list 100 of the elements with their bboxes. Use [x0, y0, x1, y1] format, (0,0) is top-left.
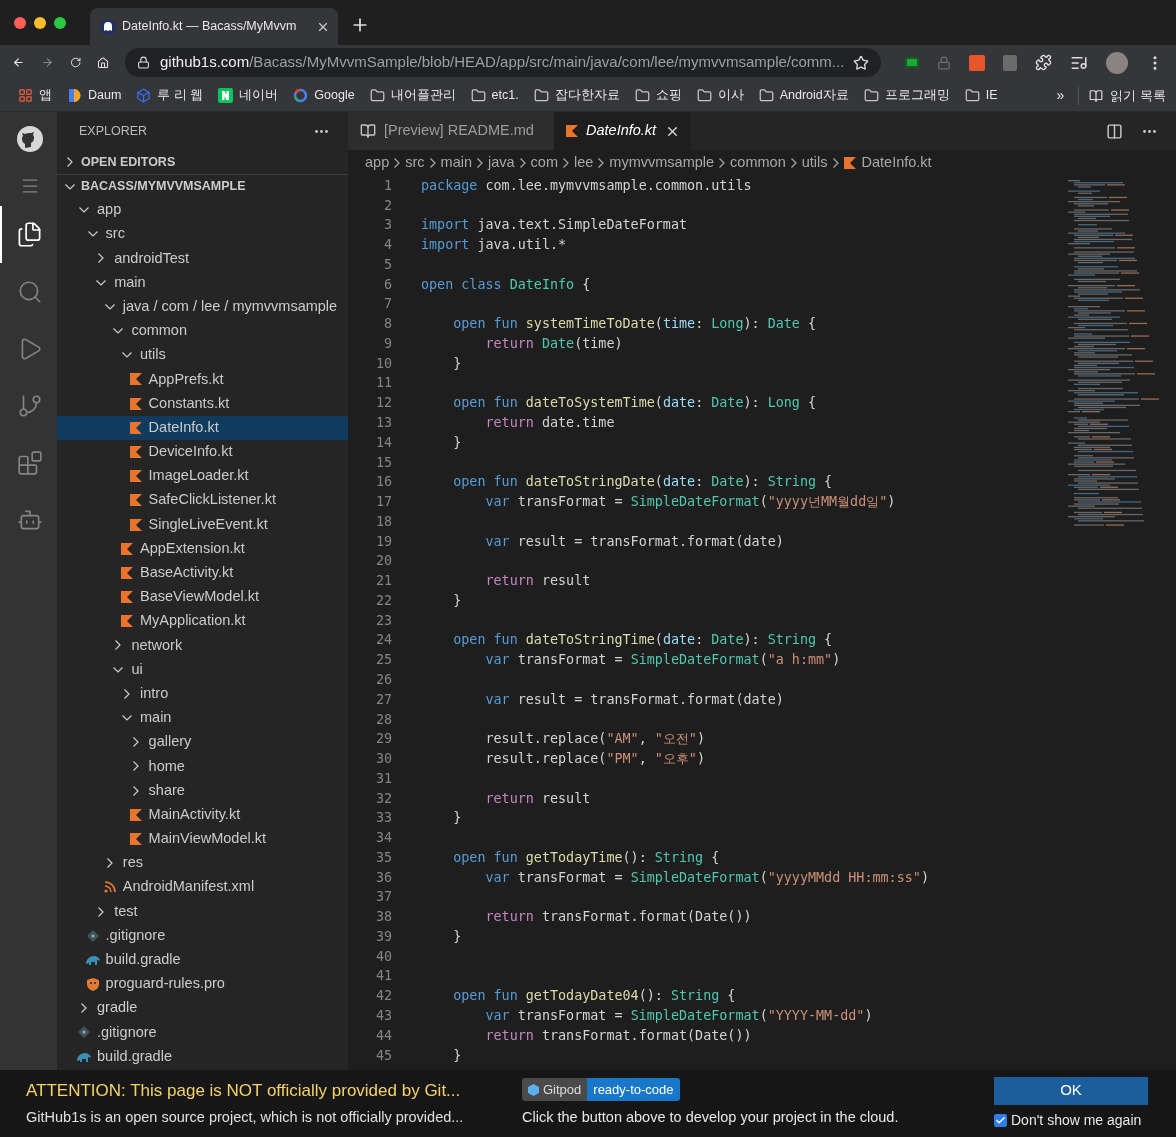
folder-row[interactable]: share	[57, 778, 348, 803]
file-row[interactable]: .gitignore	[57, 923, 348, 948]
file-row[interactable]: BaseActivity.kt	[57, 560, 348, 585]
code-line: import java.text.SimpleDateFormat	[421, 216, 688, 235]
split-editor-icon[interactable]	[1106, 122, 1123, 140]
checkbox[interactable]	[994, 1113, 1007, 1127]
file-row[interactable]: build.gradle	[57, 947, 348, 972]
bookmark[interactable]: Daum	[67, 86, 122, 105]
diamond-icon	[78, 1026, 90, 1039]
folder-row[interactable]: java / com / lee / mymvvmsample	[57, 294, 348, 319]
breadcrumb-item[interactable]: src	[405, 152, 425, 174]
bookmark[interactable]: 이사	[696, 86, 744, 105]
code-line: return date.time	[484, 414, 615, 432]
file-row[interactable]: AppExtension.kt	[57, 536, 348, 561]
code-line: var transFormat = SimpleDateFormat("yyyyMMdd HH:mm:ss")	[484, 868, 929, 887]
bookmark[interactable]: 네이버	[218, 86, 279, 105]
chevron-right-icon	[719, 158, 726, 168]
breadcrumb-item[interactable]: lee	[574, 152, 594, 174]
editor-tab[interactable]: DateInfo.kt	[554, 112, 690, 150]
bookmark[interactable]: Android자료	[758, 86, 849, 105]
ok-button[interactable]: OK	[994, 1076, 1148, 1105]
chevron-right-icon	[563, 158, 569, 168]
folder-row[interactable]: app	[57, 198, 348, 223]
folder-row[interactable]: res	[57, 851, 348, 876]
file-row[interactable]: DateInfo.kt	[57, 415, 348, 440]
file-row[interactable]: MyApplication.kt	[57, 609, 348, 634]
file-row[interactable]: MainActivity.kt	[57, 802, 348, 827]
kotlin-file-icon	[566, 125, 578, 137]
folder-row[interactable]: main	[57, 270, 348, 295]
avatar[interactable]	[1106, 51, 1128, 74]
notice-hint: Click the button above to develop your project in the cloud.	[522, 1108, 899, 1128]
bookmark-star-icon[interactable]	[853, 54, 869, 71]
file-row[interactable]: proguard-rules.pro	[57, 972, 348, 997]
kotlin-file-icon	[129, 421, 142, 434]
breadcrumb-item[interactable]: com	[530, 152, 558, 174]
folder-row[interactable]: common	[57, 318, 348, 344]
code-line: open class DateInfo {	[421, 275, 591, 294]
more-bookmarks[interactable]: »	[1056, 85, 1065, 106]
address-bar[interactable]: github1s.com/Bacass/MyMvvmSample/blob/HEAD/app/src/main/java/com/lee/mymvvmsample/comm...	[125, 48, 881, 77]
editor-tab[interactable]: [Preview] README.md	[348, 112, 554, 150]
folder-row[interactable]: androidTest	[57, 246, 348, 271]
file-row[interactable]: AppPrefs.kt	[57, 367, 348, 392]
line-number: 33	[374, 809, 392, 828]
line-number: 24	[374, 631, 392, 650]
breadcrumb-item[interactable]: java	[488, 152, 515, 174]
bookmark[interactable]: etc1.	[470, 86, 519, 105]
folder-row[interactable]: intro	[57, 681, 348, 706]
reading-list-button[interactable]: 읽기 목록	[1089, 85, 1166, 106]
line-number: 1	[382, 176, 392, 195]
bookmark[interactable]: IE	[964, 86, 998, 105]
code-line: return result	[484, 789, 591, 808]
file-row[interactable]: .gitignore	[57, 1020, 348, 1045]
d-logo-icon	[67, 88, 82, 103]
breadcrumb-item[interactable]: common	[730, 152, 786, 174]
breadcrumb-item[interactable]: app	[365, 152, 390, 174]
browser-tab[interactable]: DateInfo.kt — Bacass/MyMvvm	[90, 8, 338, 45]
chevron-right-icon	[832, 158, 839, 168]
section-header[interactable]: BACASS/MYMVVMSAMPLE	[57, 174, 348, 198]
line-number: 38	[374, 908, 392, 927]
file-row[interactable]: MainViewModel.kt	[57, 826, 348, 852]
line-number: 6	[382, 275, 392, 294]
puzzle-icon[interactable]	[1035, 54, 1052, 71]
extension-icon[interactable]	[969, 54, 985, 71]
extension-icon[interactable]	[905, 57, 919, 68]
bookmark[interactable]: 프로그래밍	[863, 86, 950, 105]
folder-row[interactable]: gallery	[57, 730, 348, 755]
breadcrumb-item[interactable]: DateInfo.kt	[843, 152, 932, 174]
line-number: 5	[382, 255, 392, 274]
file-row[interactable]: DeviceInfo.kt	[57, 439, 348, 465]
diamond-icon	[86, 929, 99, 942]
folder-row[interactable]: main	[57, 705, 348, 731]
folder-row[interactable]: network	[57, 633, 348, 658]
file-row[interactable]: build.gradle	[57, 1044, 348, 1069]
bookmark[interactable]: 루 리 웹	[136, 86, 204, 105]
folder-row[interactable]: src	[57, 222, 348, 247]
bookmark[interactable]: 앱	[18, 86, 52, 105]
folder-row[interactable]: ui	[57, 657, 348, 682]
breadcrumb-item[interactable]: mymvvmsample	[609, 152, 715, 174]
folder-row[interactable]: gradle	[57, 996, 348, 1021]
folder-row[interactable]: test	[57, 899, 348, 924]
file-row[interactable]: Constants.kt	[57, 391, 348, 416]
folder-row[interactable]: home	[57, 754, 348, 779]
breadcrumb-item[interactable]: utils	[801, 152, 828, 174]
bookmark[interactable]: 쇼핑	[634, 86, 682, 105]
folder-row[interactable]: utils	[57, 343, 348, 368]
reading-list-icon	[1089, 88, 1104, 103]
feed-icon	[103, 881, 116, 894]
file-row[interactable]: SingleLiveEvent.kt	[57, 512, 348, 537]
bookmark[interactable]: 잡다한자료	[533, 86, 620, 105]
line-number: 4	[382, 236, 392, 255]
line-number: 36	[374, 868, 392, 887]
file-row[interactable]: ImageLoader.kt	[57, 464, 348, 489]
file-row[interactable]: SafeClickListener.kt	[57, 488, 348, 513]
file-row[interactable]: BaseViewModel.kt	[57, 585, 348, 610]
breadcrumb-item[interactable]: main	[440, 152, 472, 174]
bookmark[interactable]: Google	[293, 86, 355, 105]
bookmark[interactable]: 내어플관리	[369, 86, 456, 105]
dont-show-checkbox[interactable]: Don't show me again	[994, 1109, 1142, 1131]
section-header[interactable]: OPEN EDITORS	[57, 150, 348, 174]
file-row[interactable]: AndroidManifest.xml	[57, 875, 348, 900]
